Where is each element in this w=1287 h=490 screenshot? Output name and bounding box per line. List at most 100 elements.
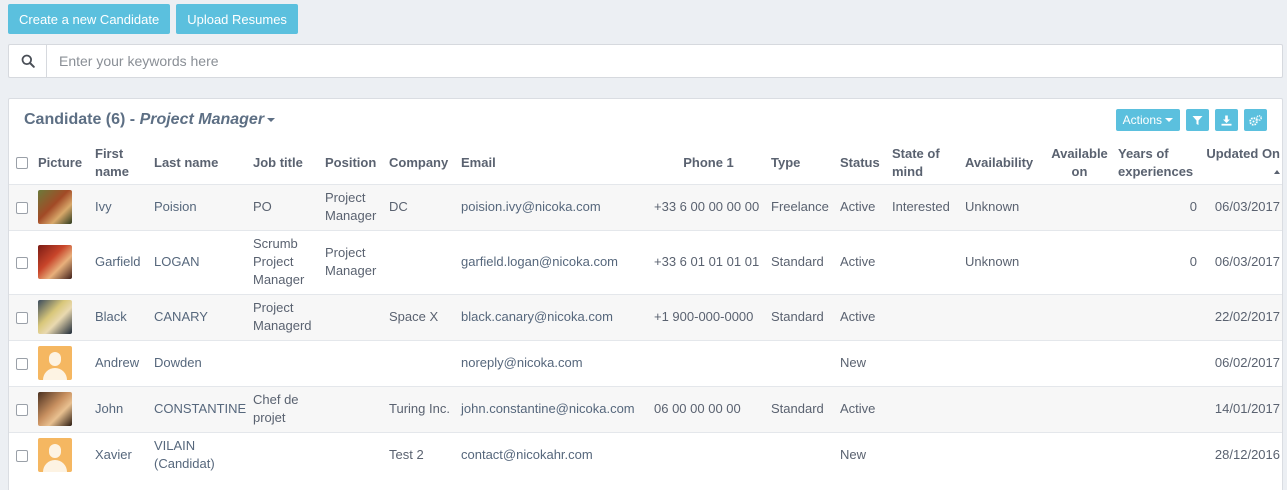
availability-cell [961,431,1045,478]
last-name-cell[interactable]: Dowden [150,339,249,386]
row-checkbox[interactable] [15,357,28,370]
avatar[interactable] [38,392,72,426]
table-row[interactable]: Black CANARY Project Managerd Space Xblack.… [9,293,1282,340]
state-of-mind-cell [888,339,961,386]
col-years[interactable]: Years of experiences [1114,142,1201,184]
col-picture[interactable]: Picture [34,142,91,184]
col-updated-on[interactable]: Updated On [1201,142,1282,184]
row-checkbox[interactable] [15,311,28,324]
search-icon[interactable] [9,45,47,77]
row-checkbox-cell [9,431,34,478]
company-cell [385,339,457,386]
view-selector-label[interactable]: Project Manager [140,111,264,128]
candidate-table: Picture First name Last name Job title P… [9,142,1282,478]
last-name-cell[interactable]: VILAIN (Candidat) [150,431,249,478]
avatar[interactable] [38,190,72,224]
create-candidate-button[interactable]: Create a new Candidate [8,4,171,34]
col-availability[interactable]: Availability [961,142,1045,184]
col-first-name[interactable]: First name [91,142,150,184]
phone-cell [650,431,767,478]
select-all-checkbox[interactable] [15,157,28,170]
email-cell[interactable]: black.canary@nicoka.com [457,293,650,340]
col-updated-on-label[interactable]: Updated On [1206,146,1280,161]
company-cell: Space X [385,293,457,340]
availability-cell [961,385,1045,432]
col-phone[interactable]: Phone 1 [650,142,767,184]
filter-icon[interactable] [1192,115,1203,126]
job-title-cell: PO [249,183,321,230]
row-checkbox[interactable] [15,403,28,416]
status-cell: New [836,339,888,386]
years-cell: 0 [1114,183,1201,230]
phone-cell: +33 6 01 01 01 01 [650,229,767,294]
table-row[interactable]: Ivy Poision PO Project Manager DC poision.ivy… [9,183,1282,230]
avatar[interactable] [38,346,72,380]
sort-ascending-icon[interactable] [1274,170,1280,175]
phone-cell: 06 00 00 00 00 [650,385,767,432]
search-input[interactable] [47,45,1282,77]
position-cell [321,385,385,432]
status-cell: Active [836,183,888,230]
col-available-on[interactable]: Available on [1045,142,1114,184]
company-cell: Turing Inc. [385,385,457,432]
actions-button-label[interactable]: Actions [1123,113,1162,127]
row-checkbox[interactable] [15,256,28,269]
first-name-cell[interactable]: Xavier [91,431,150,478]
col-state-of-mind[interactable]: State of mind [888,142,961,184]
caret-down-icon[interactable] [267,117,276,122]
row-checkbox[interactable] [15,449,28,462]
settings-button[interactable] [1244,109,1267,131]
row-checkbox-cell [9,339,34,386]
avatar[interactable] [38,245,72,279]
first-name-cell[interactable]: Andrew [91,339,150,386]
picture-cell [34,183,91,230]
picture-cell [34,339,91,386]
col-position[interactable]: Position [321,142,385,184]
type-cell: Standard [767,293,836,340]
last-name-cell[interactable]: CONSTANTINE [150,385,249,432]
upload-resumes-button[interactable]: Upload Resumes [176,4,298,34]
export-button[interactable] [1215,109,1238,131]
col-email[interactable]: Email [457,142,650,184]
last-name-cell[interactable]: Poision [150,183,249,230]
panel-tools: Actions [1115,109,1267,131]
email-cell[interactable]: garfield.logan@nicoka.com [457,229,650,294]
download-icon[interactable] [1221,115,1232,126]
col-status[interactable]: Status [836,142,888,184]
avatar[interactable] [38,438,72,473]
gears-icon[interactable] [1249,114,1262,126]
table-row[interactable]: John CONSTANTINE Chef de projet Turing Inc.… [9,385,1282,432]
default-avatar-head [49,352,61,366]
status-cell: Active [836,229,888,294]
position-cell: Project Manager [321,229,385,294]
updated-on-cell: 06/03/2017 [1201,229,1282,294]
table-row[interactable]: Garfield LOGAN Scrumb Project Manager Proje… [9,229,1282,294]
default-avatar-head [49,444,61,459]
filter-button[interactable] [1186,109,1209,131]
email-cell[interactable]: noreply@nicoka.com [457,339,650,386]
company-cell [385,229,457,294]
panel-title-count: Candidate (6) - [24,111,140,128]
row-checkbox[interactable] [15,201,28,214]
email-cell[interactable]: contact@nicokahr.com [457,431,650,478]
last-name-cell[interactable]: LOGAN [150,229,249,294]
first-name-cell[interactable]: Garfield [91,229,150,294]
view-selector[interactable]: Project Manager [140,111,276,128]
actions-button[interactable]: Actions [1115,109,1180,131]
last-name-cell[interactable]: CANARY [150,293,249,340]
first-name-cell[interactable]: Black [91,293,150,340]
first-name-cell[interactable]: Ivy [91,183,150,230]
col-last-name[interactable]: Last name [150,142,249,184]
col-job-title[interactable]: Job title [249,142,321,184]
avatar[interactable] [38,300,72,334]
col-type[interactable]: Type [767,142,836,184]
col-company[interactable]: Company [385,142,457,184]
phone-cell [650,339,767,386]
first-name-cell[interactable]: John [91,385,150,432]
table-row[interactable]: Xavier VILAIN (Candidat) Test 2 contact@nic… [9,431,1282,478]
years-cell [1114,339,1201,386]
table-row[interactable]: Andrew Dowden noreply@nicoka.com New 06/02/2… [9,339,1282,386]
caret-down-icon[interactable] [1165,118,1173,122]
email-cell[interactable]: poision.ivy@nicoka.com [457,183,650,230]
email-cell[interactable]: john.constantine@nicoka.com [457,385,650,432]
